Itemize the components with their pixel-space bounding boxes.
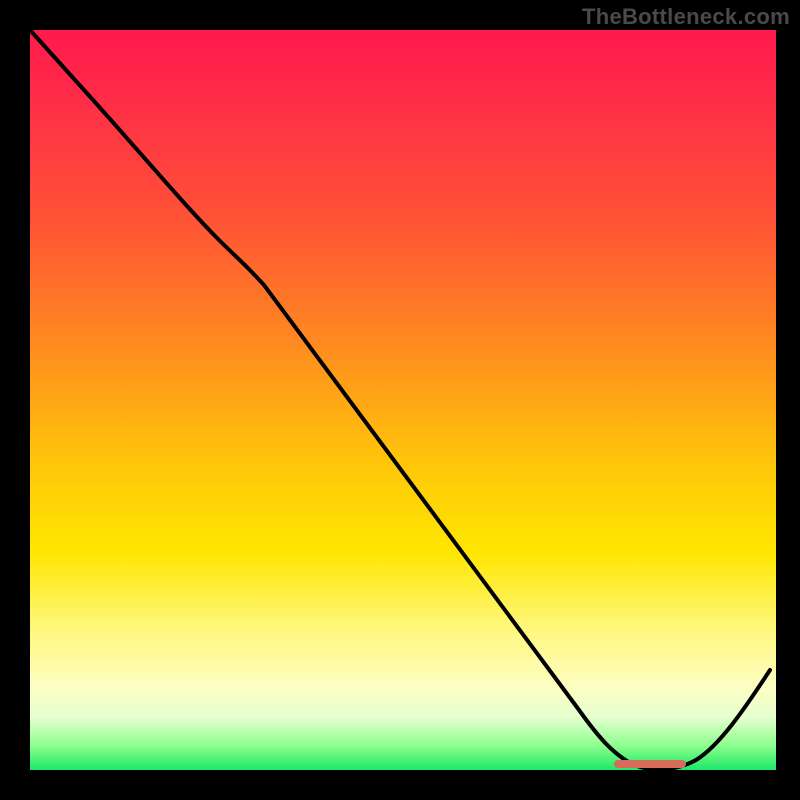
chart-frame: TheBottleneck.com <box>0 0 800 800</box>
optimal-range-marker <box>614 760 686 768</box>
watermark-text: TheBottleneck.com <box>582 4 790 30</box>
curve-path <box>30 30 770 769</box>
bottleneck-curve <box>24 30 776 776</box>
y-axis-line <box>24 30 30 776</box>
plot-outer <box>24 30 776 776</box>
x-axis-line <box>24 770 776 776</box>
